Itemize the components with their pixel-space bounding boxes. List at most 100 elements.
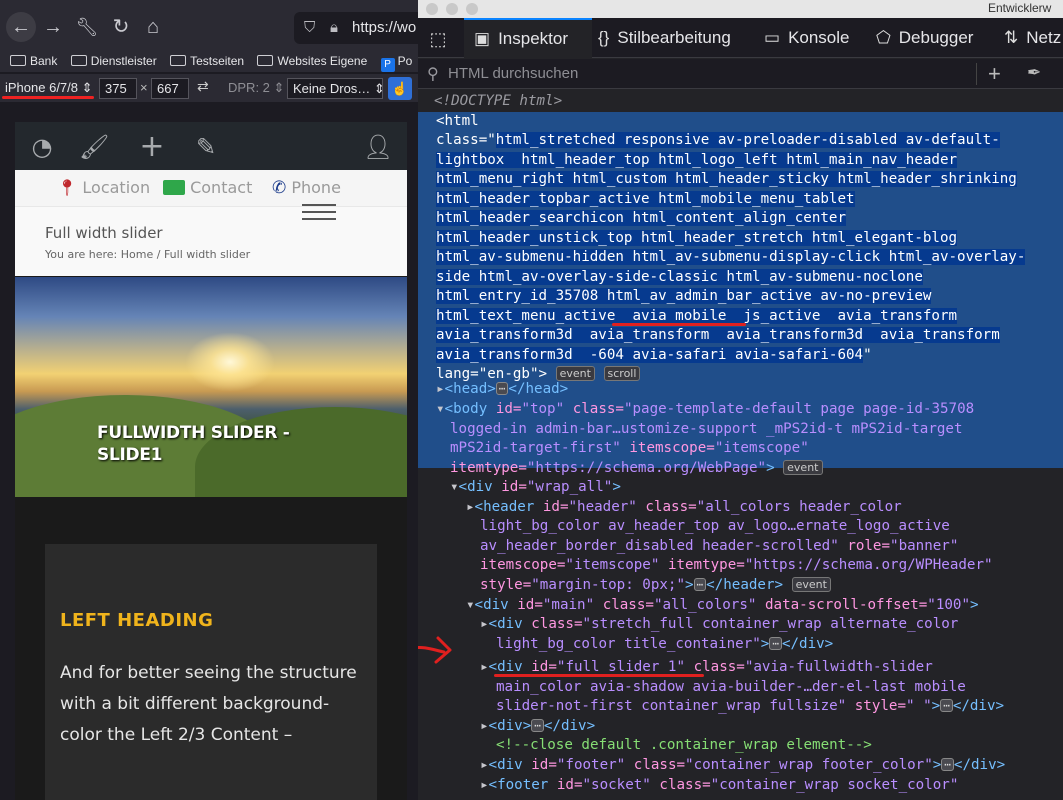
title-container-node[interactable]: ▸<div class="stretch_full container_wrap…: [480, 615, 958, 635]
expand-twisty-icon[interactable]: ▸: [480, 659, 489, 675]
footer-node[interactable]: ▸<div id="footer" class="container_wrap …: [480, 756, 1005, 776]
tab-debugger[interactable]: ⬠ Debugger: [876, 18, 973, 58]
reload-icon[interactable]: ↻: [106, 12, 136, 42]
wrench-icon[interactable]: 🔧︎: [72, 12, 102, 42]
mobile-viewport: ◔ 🖌︎ + ✎ 👤︎ 📍︎ Location Contact ✆ Phone …: [15, 122, 407, 800]
html-class-line: html_header_topbar_active html_mobile_me…: [436, 191, 855, 207]
rotate-icon[interactable]: ⇄: [197, 78, 209, 95]
main-node[interactable]: ▾<div id="main" class="all_colors" data-…: [466, 596, 979, 616]
shield-icon[interactable]: ⛉: [304, 12, 322, 44]
menu-hamburger-icon[interactable]: [298, 202, 338, 224]
html-class-line: html_header_searchicon html_content_alig…: [436, 210, 846, 226]
body-node[interactable]: ▾<body id="top" class="page-template-def…: [436, 400, 974, 420]
collapsed-dots[interactable]: ⋯: [693, 578, 707, 591]
element-picker-icon[interactable]: ⬚: [424, 26, 452, 52]
window-close-button[interactable]: [426, 3, 438, 15]
collapse-twisty-icon[interactable]: ▾: [450, 479, 459, 495]
html-class-line: html_menu_right html_custom html_header_…: [436, 171, 1017, 187]
event-badge[interactable]: event: [555, 366, 595, 381]
html-class-line: html_av-submenu-hidden html_av-submenu-d…: [436, 249, 1026, 265]
fullwidth-slider[interactable]: FULLWIDTH SLIDER - SLIDE1: [15, 277, 407, 497]
html-class-line: avia_transform3d -604 avia-safari avia-s…: [436, 347, 872, 363]
bookmark-websites-eigene[interactable]: Websites Eigene: [257, 50, 367, 72]
tab-network[interactable]: ⇅ Netz: [1004, 18, 1061, 58]
bookmark-bank[interactable]: Bank: [10, 50, 57, 72]
title-container: Full width slider You are here: Home / F…: [15, 206, 407, 276]
url-bar[interactable]: ⛉ 🔒︎ https://wo: [294, 12, 418, 44]
breadcrumb-home-link[interactable]: Home: [121, 248, 153, 261]
collapse-twisty-icon[interactable]: ▾: [436, 401, 445, 417]
dashboard-icon[interactable]: ◔: [27, 132, 57, 162]
html-class-line: avia_transform3d avia_transform avia_tra…: [436, 327, 1000, 343]
collapsed-dots[interactable]: ⋯: [495, 382, 509, 395]
expand-twisty-icon[interactable]: ▸: [480, 757, 489, 773]
div-node[interactable]: ▸<div> ⋯ </div>: [480, 717, 595, 737]
bookmark-testseiten[interactable]: Testseiten: [170, 50, 244, 72]
location-link[interactable]: 📍︎ Location: [57, 177, 150, 199]
collapse-twisty-icon[interactable]: ▾: [466, 597, 475, 613]
contact-link[interactable]: Contact: [163, 177, 252, 199]
touch-simulation-icon[interactable]: ☝: [388, 77, 412, 100]
scroll-badge[interactable]: scroll: [603, 366, 641, 381]
doctype-node[interactable]: <!DOCTYPE html>: [434, 92, 562, 112]
collapsed-dots[interactable]: ⋯: [941, 758, 954, 771]
phone-icon: ✆: [272, 178, 287, 198]
eyedropper-icon[interactable]: ✒: [1027, 63, 1041, 83]
expand-twisty-icon[interactable]: ▸: [480, 616, 489, 632]
lock-icon[interactable]: 🔒︎: [330, 12, 346, 44]
throttling-select[interactable]: Keine Dros… ⇕: [287, 78, 383, 99]
phone-link[interactable]: ✆ Phone: [272, 177, 341, 199]
console-icon: ▭: [764, 28, 781, 47]
header-itemscope-line: itemscope="itemscope" itemtype="https://…: [480, 557, 993, 573]
devtools-window-titlebar: Entwicklerw: [418, 0, 1063, 18]
expand-twisty-icon[interactable]: ▸: [436, 381, 445, 397]
plus-icon[interactable]: +: [137, 132, 167, 162]
viewport-height-input[interactable]: 667: [151, 78, 189, 99]
device-select[interactable]: iPhone 6/7/8 ⇕: [5, 80, 93, 96]
site-header: 📍︎ Location Contact ✆ Phone: [15, 170, 407, 206]
event-badge[interactable]: event: [783, 460, 823, 475]
collapsed-dots[interactable]: ⋯: [531, 719, 544, 732]
tab-inspector[interactable]: ▣ Inspektor: [464, 18, 592, 58]
add-node-icon[interactable]: +: [988, 61, 1001, 87]
collapsed-dots[interactable]: ⋯: [940, 699, 953, 712]
html-class-line: lightbox html_header_top html_logo_left …: [436, 152, 958, 168]
debugger-icon: ⬠: [876, 28, 891, 47]
wrap-all-node[interactable]: ▾<div id="wrap_all">: [450, 478, 621, 498]
head-node[interactable]: ▸<head> ⋯ </head>: [436, 380, 568, 400]
left-content-text: And for better seeing the structure with…: [60, 663, 357, 745]
expand-twisty-icon[interactable]: ▸: [480, 777, 489, 793]
back-arrow-icon[interactable]: ←: [6, 12, 36, 42]
breadcrumb-current: Full width slider: [163, 248, 251, 261]
dpr-select[interactable]: DPR: 2 ⇕: [228, 80, 284, 96]
bookmark-po[interactable]: P Po: [380, 50, 412, 72]
url-text[interactable]: https://wo: [352, 19, 416, 36]
left-heading: LEFT HEADING: [60, 610, 214, 631]
red-annotation-underline: [2, 96, 94, 99]
forward-arrow-icon[interactable]: →: [38, 12, 68, 42]
map-pin-icon: 📍︎: [57, 178, 78, 197]
pencil-icon[interactable]: ✎: [191, 132, 221, 162]
home-icon[interactable]: ⌂: [138, 12, 168, 42]
user-icon[interactable]: 👤︎: [363, 132, 393, 162]
event-badge[interactable]: event: [791, 577, 831, 592]
html-search-input[interactable]: HTML durchsuchen: [448, 65, 578, 82]
tab-style-editor[interactable]: {} Stilbearbeitung: [598, 18, 731, 58]
comment-node[interactable]: <!--close default .container_wrap elemen…: [496, 736, 872, 756]
toolbar-divider: [976, 63, 977, 85]
socket-node[interactable]: ▸<footer id="socket" class="container_wr…: [480, 776, 958, 796]
html-class-line: side html_av-overlay-side-classic html_a…: [436, 269, 923, 285]
bookmark-dienstleister[interactable]: Dienstleister: [70, 50, 157, 72]
window-minimize-button[interactable]: [446, 3, 458, 15]
expand-twisty-icon[interactable]: ▸: [466, 499, 475, 515]
viewport-width-input[interactable]: 375: [99, 78, 137, 99]
inspector-icon: ▣: [474, 29, 491, 48]
expand-twisty-icon[interactable]: ▸: [480, 718, 489, 734]
full-slider-class-line: main_color avia-shadow avia-builder-…der…: [496, 679, 966, 695]
collapsed-dots[interactable]: ⋯: [769, 637, 782, 650]
brush-icon[interactable]: 🖌︎: [79, 132, 109, 162]
markup-view: <!DOCTYPE html> <html class="html_stretc…: [418, 90, 1063, 800]
tab-console[interactable]: ▭ Konsole: [764, 18, 850, 58]
window-zoom-button[interactable]: [466, 3, 478, 15]
header-node[interactable]: ▸<header id="header" class="all_colors h…: [466, 498, 902, 518]
